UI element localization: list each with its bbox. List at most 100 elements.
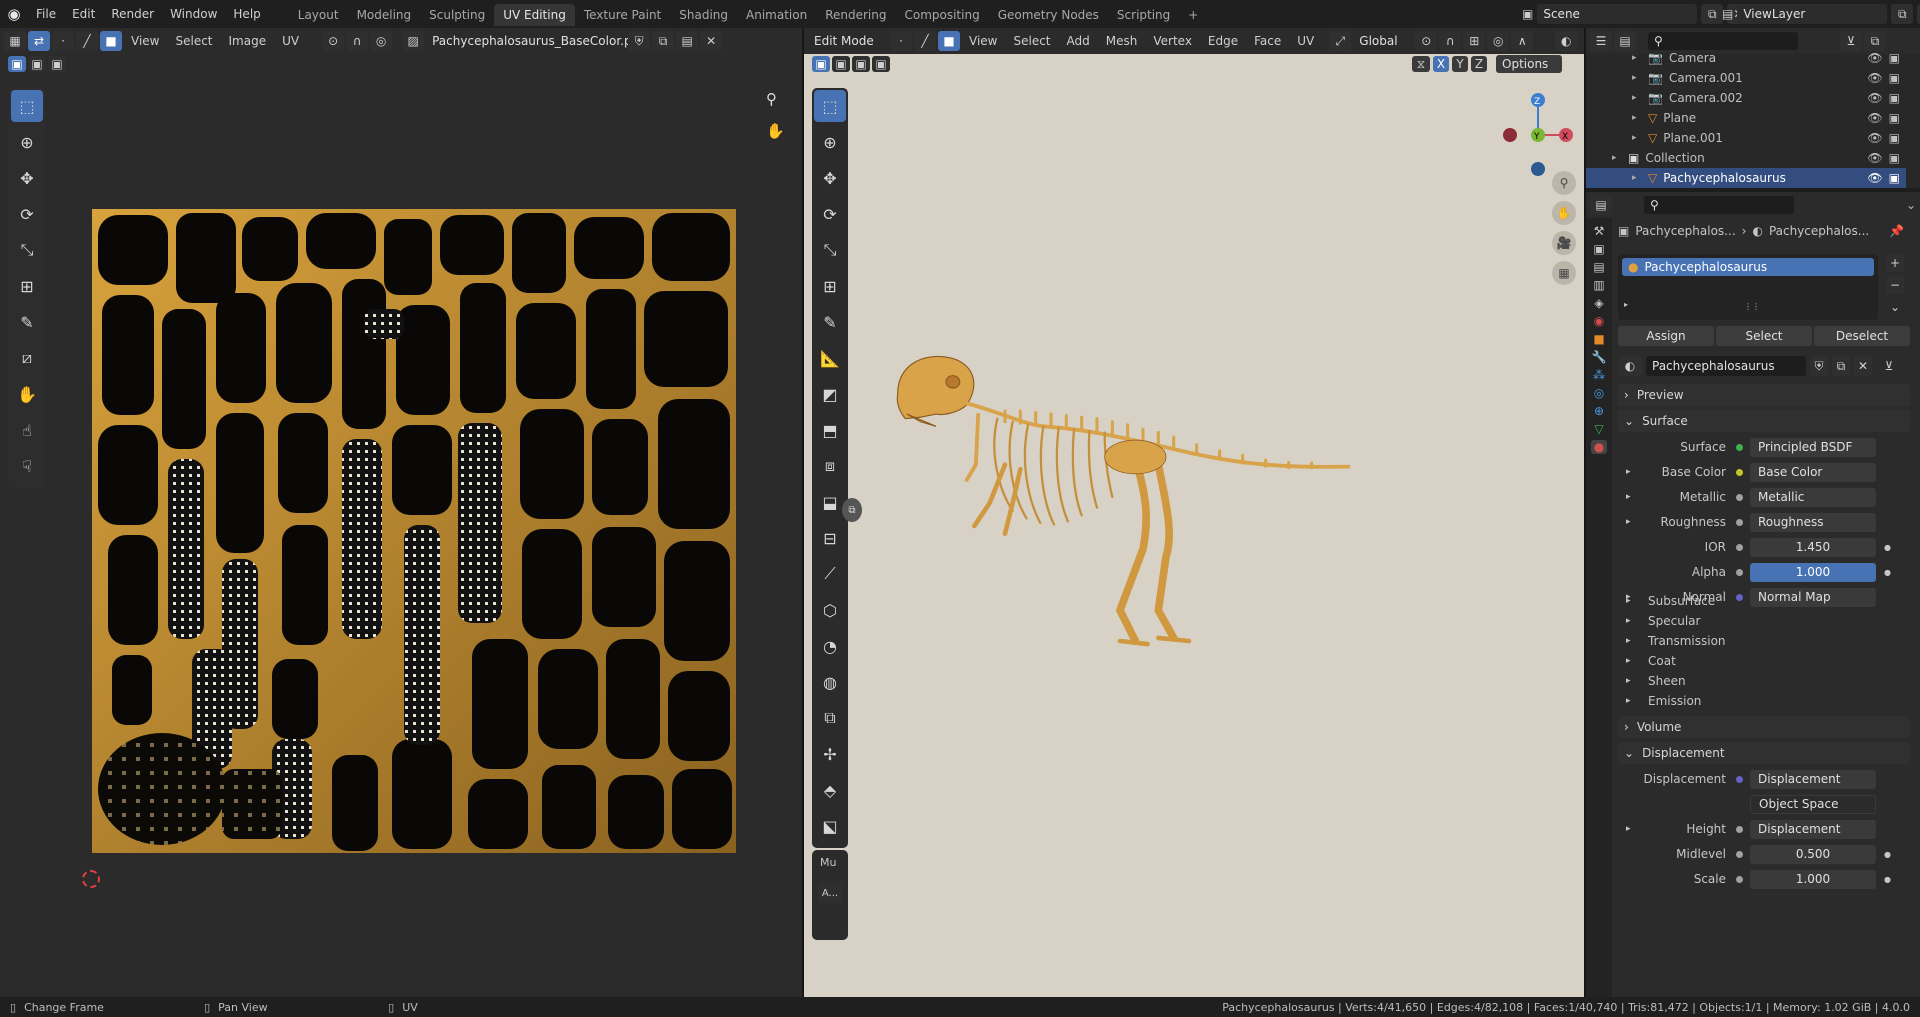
row-expand-icon[interactable]: ▸ <box>1626 467 1640 477</box>
render-visibility-icon[interactable]: ▣ <box>1889 131 1900 145</box>
vp-measure-icon[interactable]: 📐 <box>814 342 846 374</box>
prop-value[interactable]: Principled BSDF <box>1750 437 1876 457</box>
add-slot-icon[interactable]: + <box>1886 254 1904 272</box>
render-tab-icon[interactable]: ▣ <box>1593 242 1604 256</box>
remove-slot-icon[interactable]: − <box>1886 276 1904 294</box>
subpanel-row[interactable]: ▸ Emission <box>1618 690 1910 712</box>
rotate-icon[interactable]: ⟳ <box>11 198 43 230</box>
assign-button[interactable]: Assign <box>1618 326 1714 346</box>
keyframe-icon[interactable]: ● <box>1884 543 1891 552</box>
render-visibility-icon[interactable]: ▣ <box>1889 171 1900 185</box>
slot-expand-icon[interactable]: ▸ <box>1624 300 1628 309</box>
new-scene-icon[interactable]: ⧉ <box>1701 4 1724 24</box>
cursor-icon[interactable]: ⊕ <box>11 126 43 158</box>
unlink-image-icon[interactable]: ✕ <box>700 31 723 51</box>
prop-value[interactable]: 1.000 <box>1750 562 1876 582</box>
material-link-icon[interactable]: ⊻ <box>1876 356 1902 376</box>
visibility-icon[interactable]: 👁 <box>1867 91 1882 105</box>
outliner-row[interactable]: ▸ 📷 Camera 👁 ▣ <box>1586 48 1906 68</box>
outliner-item-name[interactable]: Camera <box>1669 51 1716 65</box>
outliner-item-name[interactable]: Plane <box>1663 111 1696 125</box>
vp-mode-new-icon[interactable]: ▣ <box>812 56 830 72</box>
mirror-icon[interactable]: ⧖ <box>1412 56 1430 72</box>
tab-uv-editing[interactable]: UV Editing <box>494 4 575 26</box>
prop-value[interactable]: 0.500 <box>1750 844 1876 864</box>
socket-icon[interactable] <box>1736 543 1743 551</box>
image-browse-icon[interactable]: ▨ <box>402 31 425 51</box>
vp-menu-select[interactable]: Select <box>1006 34 1057 48</box>
scale-icon[interactable]: ⤡ <box>11 234 43 266</box>
vp-camera-icon[interactable]: 🎥 <box>1552 231 1576 255</box>
props-expand-icon[interactable]: ⌄ <box>1906 198 1916 212</box>
properties-type-icon[interactable]: ▤ <box>1590 195 1612 215</box>
vp-loop-cut-icon[interactable]: ⊟ <box>814 522 846 554</box>
material-duplicate-icon[interactable]: ⧉ <box>1832 356 1850 376</box>
tab-compositing[interactable]: Compositing <box>895 4 988 26</box>
vp-transform-icon[interactable]: ⊞ <box>814 270 846 302</box>
edge-select-icon[interactable]: ╱ <box>76 31 98 51</box>
socket-icon[interactable] <box>1736 568 1743 576</box>
outliner-row[interactable]: ▸ ▽ Plane.001 👁 ▣ <box>1586 128 1906 148</box>
vertex-select-icon[interactable]: · <box>52 31 74 51</box>
uv-texture[interactable] <box>92 209 736 853</box>
socket-icon[interactable] <box>1736 875 1743 883</box>
pivot-point-icon[interactable]: ⊙ <box>1415 31 1438 51</box>
select-button[interactable]: Select <box>1716 326 1812 346</box>
material-unlink-icon[interactable]: ✕ <box>1854 356 1872 376</box>
prop-value[interactable]: 1.000 <box>1750 869 1876 889</box>
prop-value[interactable]: Roughness <box>1750 512 1876 532</box>
render-visibility-icon[interactable]: ▣ <box>1889 71 1900 85</box>
uv-mode-subtract-icon[interactable]: ▣ <box>48 56 66 72</box>
snap-target-icon[interactable]: ⊞ <box>1463 31 1486 51</box>
keyframe-icon[interactable]: ● <box>1884 850 1891 859</box>
vp-select-box-icon[interactable]: ⬚ <box>814 90 846 122</box>
overlay-icon[interactable]: ◐ <box>1555 31 1578 51</box>
tab-geometry-nodes[interactable]: Geometry Nodes <box>989 4 1108 26</box>
socket-icon[interactable] <box>1736 775 1743 783</box>
rip-icon[interactable]: ⧄ <box>11 342 43 374</box>
socket-icon[interactable] <box>1736 850 1743 858</box>
view-layer-tab-icon[interactable]: ▥ <box>1593 278 1604 292</box>
data-tab-icon[interactable]: ▽ <box>1594 422 1603 436</box>
keyframe-icon[interactable]: ● <box>1884 568 1891 577</box>
outliner-item-name[interactable]: Pachycephalosaurus <box>1663 171 1786 185</box>
outliner-item-name[interactable]: Collection <box>1645 151 1704 165</box>
vp-pan-icon[interactable]: ✋ <box>1552 201 1576 225</box>
outliner-item-name[interactable]: Plane.001 <box>1663 131 1723 145</box>
face-select-icon[interactable]: ■ <box>100 31 122 51</box>
socket-icon[interactable] <box>1736 468 1743 476</box>
menu-window[interactable]: Window <box>162 0 225 28</box>
render-visibility-icon[interactable]: ▣ <box>1889 151 1900 165</box>
material-fake-user-icon[interactable]: ⛨ <box>1810 356 1828 376</box>
annotate-icon[interactable]: ✎ <box>11 306 43 338</box>
open-image-icon[interactable]: ▤ <box>676 31 699 51</box>
vp-menu-uv[interactable]: UV <box>1290 34 1321 48</box>
outliner-row[interactable]: ▸ 📷 Camera.001 👁 ▣ <box>1586 68 1906 88</box>
uv-menu-image[interactable]: Image <box>222 34 274 48</box>
outliner-row[interactable]: ▸ ▽ Pachycephalosaurus 👁 ▣ <box>1586 168 1906 188</box>
snap-icon[interactable]: ∩ <box>346 31 369 51</box>
tab-animation[interactable]: Animation <box>737 4 816 26</box>
vp-smooth-icon[interactable]: ◍ <box>814 666 846 698</box>
vertex-mode-icon[interactable]: · <box>890 31 912 51</box>
image-name-field[interactable]: Pachycephalosaurus_BaseColor.png <box>426 31 647 51</box>
modifier-tab-icon[interactable]: 🔧 <box>1592 350 1607 364</box>
vp-add-cube-icon[interactable]: ◩ <box>814 378 846 410</box>
vp-shear-icon[interactable]: ⬘ <box>814 774 846 806</box>
socket-icon[interactable] <box>1736 443 1743 451</box>
visibility-icon[interactable]: 👁 <box>1867 171 1882 185</box>
vp-menu-add[interactable]: Add <box>1060 34 1097 48</box>
material-tab-icon[interactable]: ● <box>1590 440 1608 454</box>
socket-icon[interactable] <box>1736 493 1743 501</box>
expand-arrow-icon[interactable]: ▸ <box>1632 113 1648 123</box>
editor-type-icon[interactable]: ▦ <box>4 31 26 51</box>
3d-viewport[interactable]: Edit Mode · ╱ ■ View Select Add Mesh Ver… <box>804 28 1584 997</box>
visibility-icon[interactable]: 👁 <box>1867 131 1882 145</box>
row-expand-icon[interactable]: ▸ <box>1626 824 1640 834</box>
vp-spin-icon[interactable]: ◔ <box>814 630 846 662</box>
render-visibility-icon[interactable]: ▣ <box>1889 51 1900 65</box>
vp-rip-icon[interactable]: ⬕ <box>814 810 846 842</box>
fake-user-icon[interactable]: ⛨ <box>628 31 651 51</box>
outliner-row[interactable]: ▸ ▣ Collection 👁 ▣ <box>1586 148 1906 168</box>
orientation-selector[interactable]: Global <box>1353 31 1414 51</box>
